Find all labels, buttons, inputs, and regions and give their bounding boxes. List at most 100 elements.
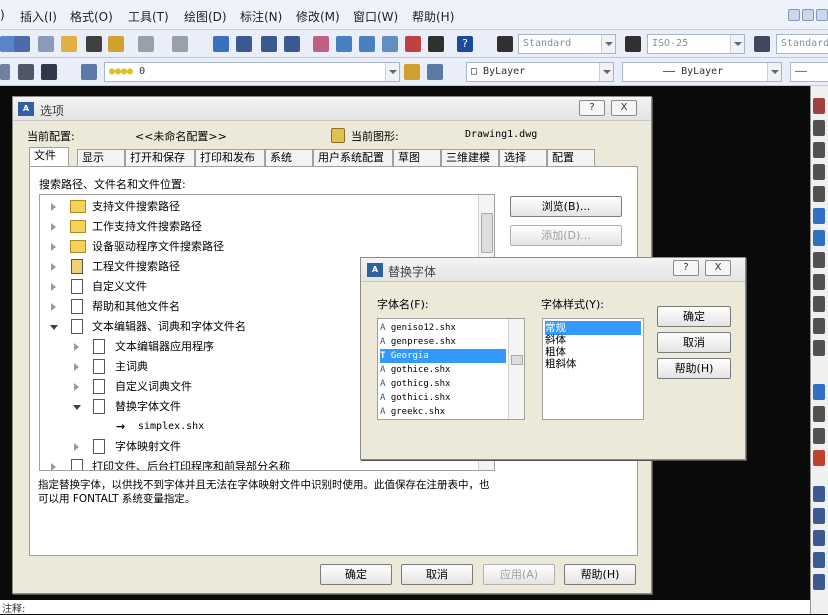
list-item[interactable]: T Georgia <box>380 349 506 363</box>
offset-icon[interactable] <box>813 164 825 180</box>
join-icon[interactable] <box>813 384 825 400</box>
menu-item-format[interactable]: 格式(O) <box>70 8 113 25</box>
scissors-icon[interactable] <box>14 36 30 52</box>
move-icon[interactable] <box>813 208 825 224</box>
tab-system[interactable]: 系统 <box>265 149 313 166</box>
font-list-scrollbar[interactable] <box>508 319 524 419</box>
tab-open-save[interactable]: 打开和保存 <box>125 149 195 166</box>
match-properties-icon[interactable] <box>108 36 124 52</box>
tab-selection[interactable]: 选择 <box>499 149 547 166</box>
explode-icon[interactable] <box>813 450 825 466</box>
dim-style-icon[interactable] <box>625 36 641 52</box>
tree-item[interactable]: 支持文件搜索路径 <box>40 197 480 217</box>
trim-icon[interactable] <box>813 296 825 312</box>
paste-icon[interactable] <box>61 36 77 52</box>
copy-icon[interactable] <box>38 36 54 52</box>
tool-palettes-icon[interactable] <box>359 36 375 52</box>
ok-button[interactable]: 确定 <box>320 564 392 585</box>
above-object-icon[interactable] <box>813 552 825 568</box>
list-item[interactable]: A gothicg.shx <box>380 377 506 391</box>
mirror-icon[interactable] <box>813 142 825 158</box>
tab-files[interactable]: 文件 <box>29 147 69 167</box>
redo-icon[interactable] <box>172 36 188 52</box>
rotate-icon[interactable] <box>813 230 825 246</box>
font-close-button[interactable]: X <box>705 260 731 276</box>
make-current-icon[interactable] <box>404 64 420 80</box>
add-button[interactable]: 添加(D)... <box>510 225 622 246</box>
properties-icon[interactable] <box>313 36 329 52</box>
restore-icon[interactable] <box>802 9 814 21</box>
list-item[interactable]: 粗斜体 <box>545 357 641 371</box>
menu-item-tools[interactable]: 工具(T) <box>128 8 169 25</box>
menu-item-window[interactable]: 窗口(W) <box>353 8 398 25</box>
lineweight-combo[interactable]: —— <box>790 62 828 82</box>
brush-icon[interactable] <box>86 36 102 52</box>
color-combo[interactable]: □ ByLayer <box>466 62 614 82</box>
list-item[interactable]: A gothice.shx <box>380 363 506 377</box>
table-style-combo[interactable]: Standard <box>776 34 828 54</box>
table-style-icon[interactable] <box>754 36 770 52</box>
list-item[interactable]: A genprese.shx <box>380 335 506 349</box>
erase-icon[interactable] <box>813 98 825 114</box>
list-item[interactable]: A geniso12.shx <box>380 321 506 335</box>
sheet-set-icon[interactable] <box>382 36 398 52</box>
font-name-list[interactable]: A geniso12.shx A genprese.shx T Georgia … <box>377 318 525 420</box>
undo-icon[interactable] <box>138 36 154 52</box>
markup-icon[interactable] <box>405 36 421 52</box>
font-style-list[interactable]: 常规 斜体 粗体 粗斜体 <box>542 318 644 420</box>
text-style-combo[interactable]: Standard <box>518 34 616 54</box>
bring-front-icon[interactable] <box>813 508 825 524</box>
tab-profiles[interactable]: 配置 <box>547 149 595 166</box>
menu-item-draw[interactable]: 绘图(D) <box>184 8 227 25</box>
chamfer-icon[interactable] <box>813 406 825 422</box>
extend-icon[interactable] <box>813 318 825 334</box>
font-ok-button[interactable]: 确定 <box>657 306 731 327</box>
help-icon[interactable]: ? <box>457 36 473 52</box>
layer-combo[interactable]: ●●●● 0 <box>104 62 400 82</box>
font-help-button-bottom[interactable]: 帮助(H) <box>657 358 731 379</box>
minimize-icon[interactable] <box>788 9 800 21</box>
menu-item-help[interactable]: 帮助(H) <box>412 8 454 25</box>
linetype-combo[interactable]: —— ByLayer <box>622 62 782 82</box>
tree-item[interactable]: 工作支持文件搜索路径 <box>40 217 480 237</box>
menu-item-cut[interactable]: ) <box>0 8 5 22</box>
tab-user-preferences[interactable]: 用户系统配置 <box>313 149 393 166</box>
scale-icon[interactable] <box>813 252 825 268</box>
array-icon[interactable] <box>813 186 825 202</box>
cancel-button[interactable]: 取消 <box>401 564 473 585</box>
calculator-icon[interactable] <box>428 36 444 52</box>
layer-previous-icon[interactable] <box>427 64 443 80</box>
menu-item-modify[interactable]: 修改(M) <box>296 8 340 25</box>
tab-3d-modeling[interactable]: 三维建模 <box>441 149 499 166</box>
break-icon[interactable] <box>813 340 825 356</box>
under-object-icon[interactable] <box>813 574 825 590</box>
layer-properties-icon[interactable] <box>81 64 97 80</box>
tab-drafting[interactable]: 草图 <box>393 149 441 166</box>
font-cancel-button[interactable]: 取消 <box>657 332 731 353</box>
tab-plot-publish[interactable]: 打印和发布 <box>195 149 265 166</box>
workspace-settings-icon[interactable] <box>18 64 34 80</box>
zoom-window-icon[interactable] <box>261 36 277 52</box>
list-item[interactable]: A greekc.shx <box>380 405 506 419</box>
font-list-scroll-thumb[interactable] <box>511 355 523 365</box>
apply-button[interactable]: 应用(A) <box>483 564 555 585</box>
tree-item[interactable]: 设备驱动程序文件搜索路径 <box>40 237 480 257</box>
list-item[interactable]: A gothici.shx <box>380 391 506 405</box>
font-help-button[interactable]: ? <box>673 260 699 276</box>
help-button[interactable]: 帮助(H) <box>564 564 636 585</box>
lock-icon[interactable] <box>41 64 57 80</box>
command-line[interactable]: 注释: <box>0 600 810 615</box>
text-style-icon[interactable] <box>497 36 513 52</box>
copy-object-icon[interactable] <box>813 120 825 136</box>
menu-item-insert[interactable]: 插入(I) <box>20 8 57 25</box>
fillet-icon[interactable] <box>813 428 825 444</box>
pan-icon[interactable] <box>213 36 229 52</box>
close-icon[interactable] <box>816 9 828 21</box>
workspace-dropdown[interactable] <box>0 64 10 80</box>
tab-display[interactable]: 显示 <box>77 149 125 166</box>
browse-button[interactable]: 浏览(B)... <box>510 196 622 217</box>
send-back-icon[interactable] <box>813 530 825 546</box>
dim-style-combo[interactable]: ISO-25 <box>647 34 745 54</box>
options-close-button[interactable]: X <box>611 100 637 116</box>
zoom-previous-icon[interactable] <box>284 36 300 52</box>
